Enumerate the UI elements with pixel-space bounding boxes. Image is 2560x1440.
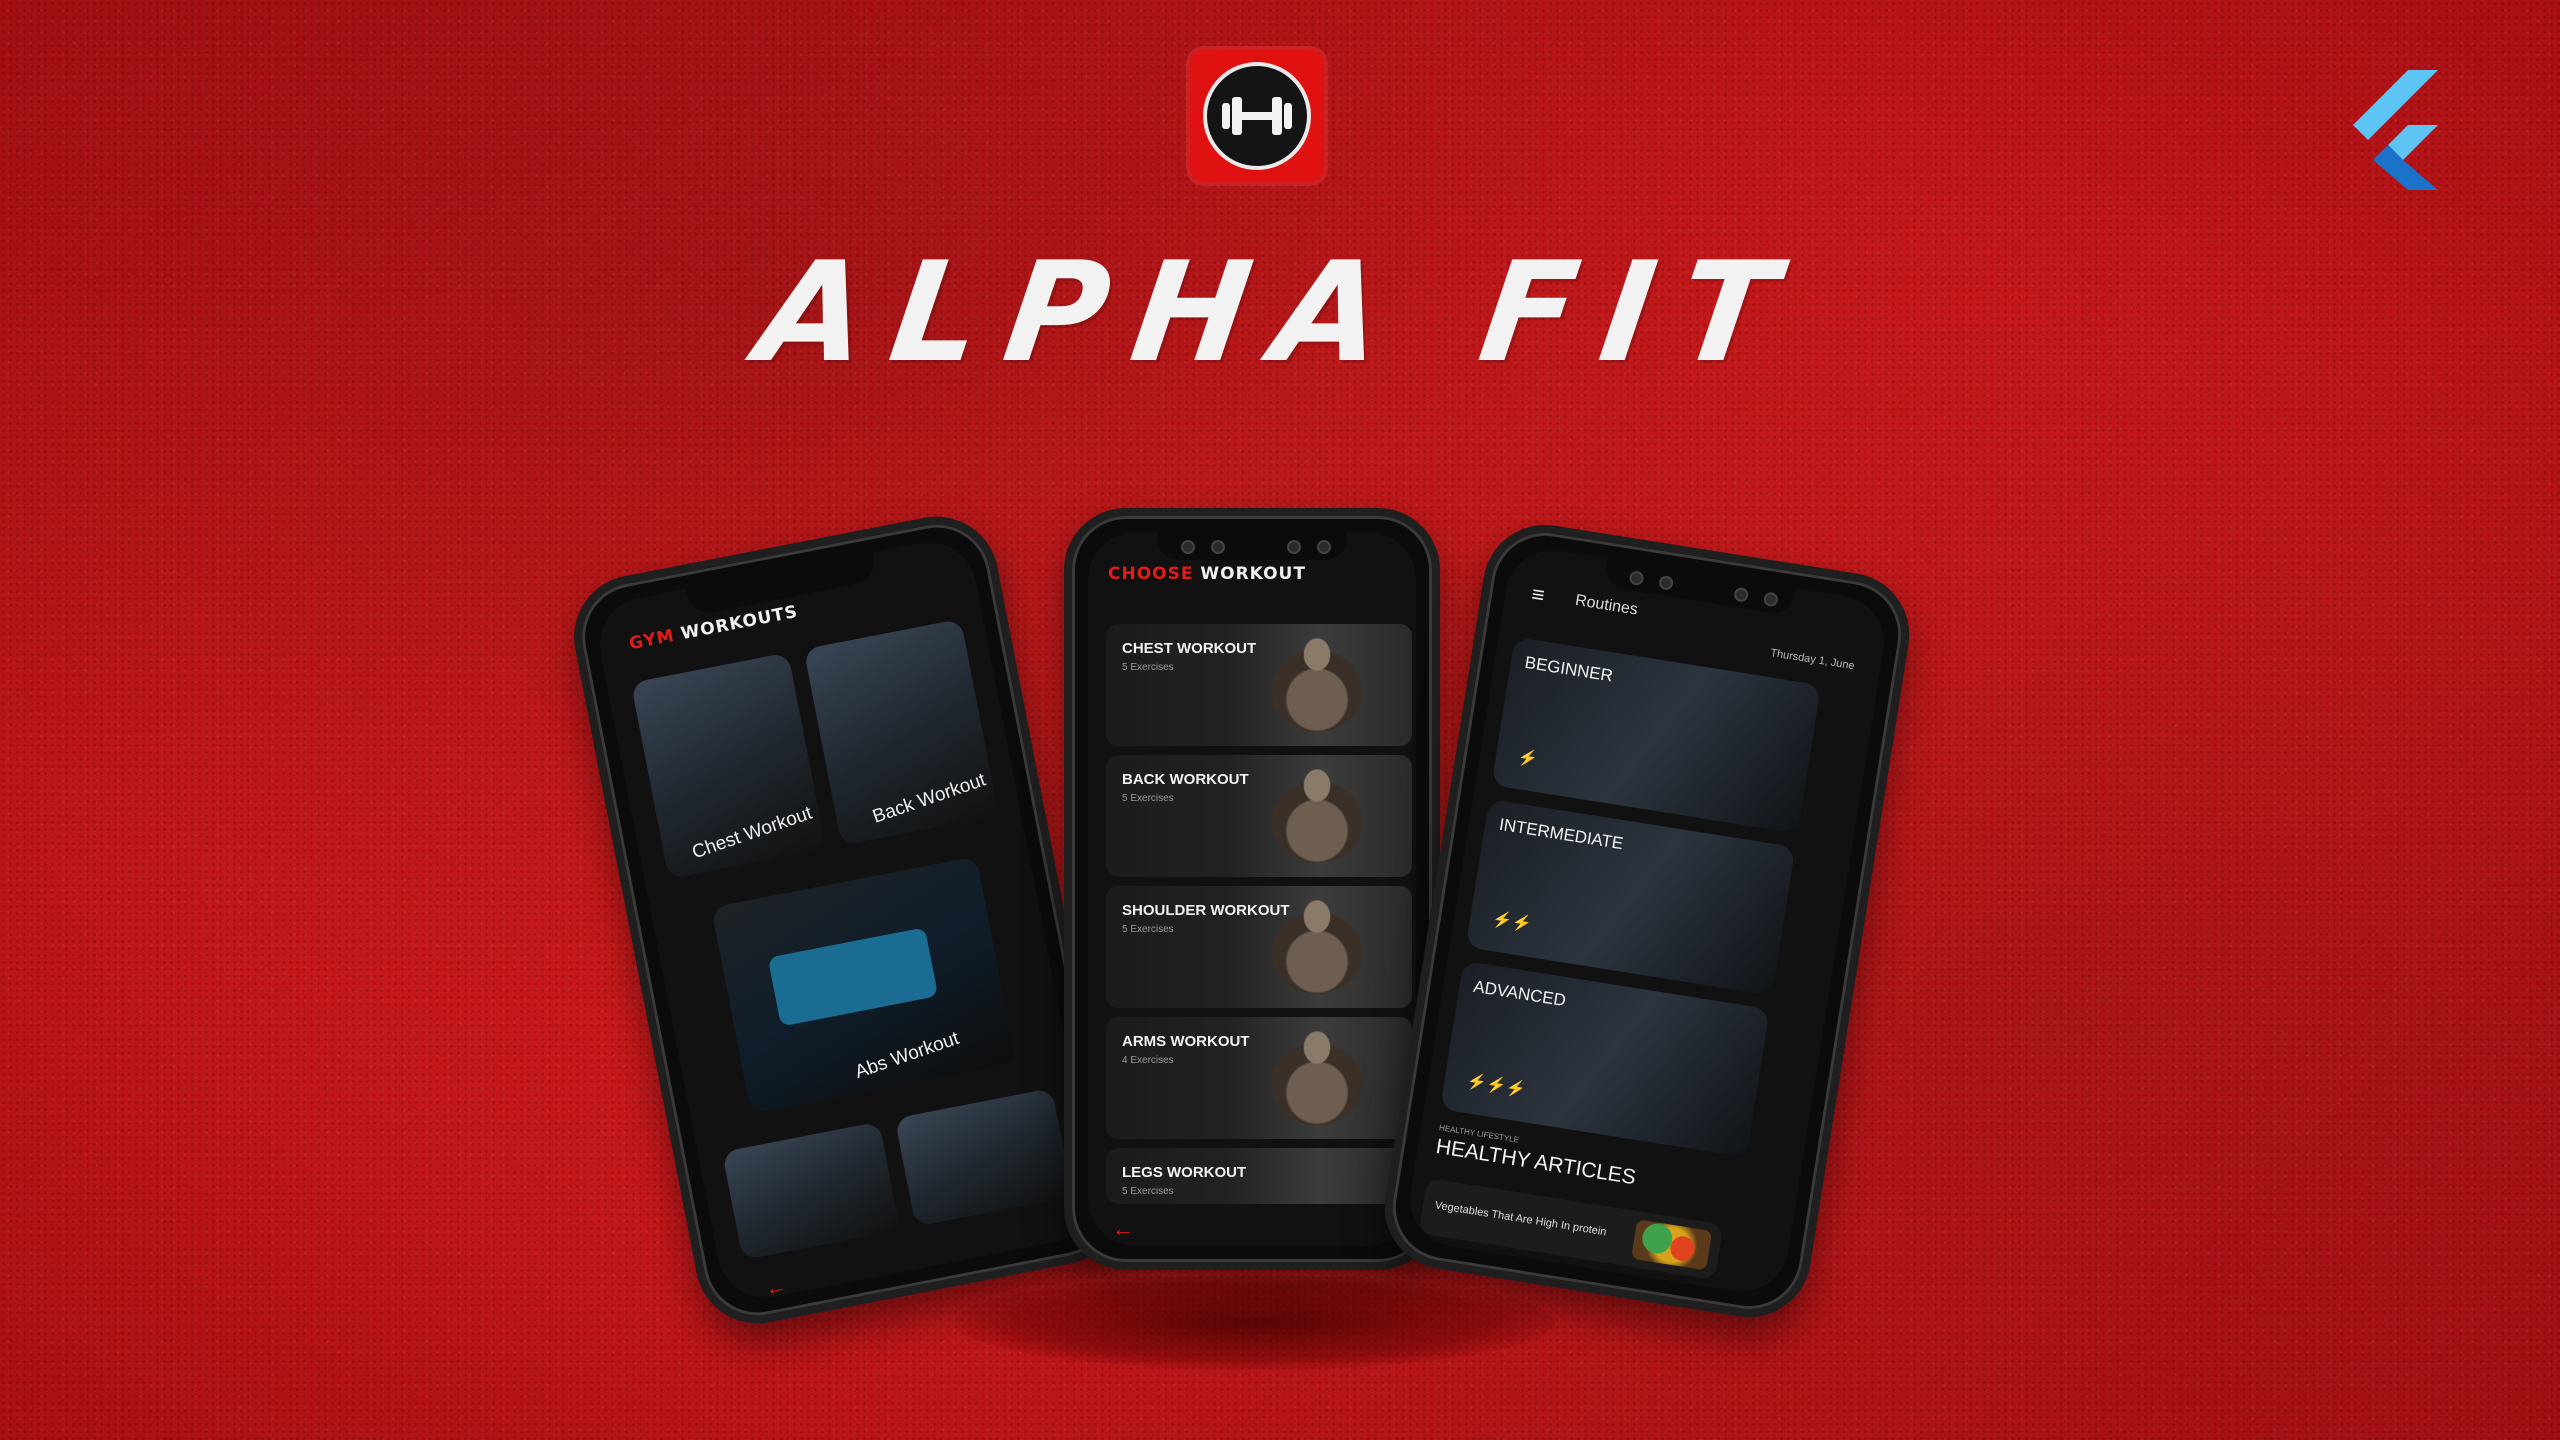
camera-dot — [1762, 591, 1779, 608]
app-title: ALPHA FIT — [748, 232, 1812, 393]
athlete-photo — [1242, 624, 1392, 746]
exercise-count: 4 Exercises — [1122, 1055, 1174, 1066]
athlete-photo — [1242, 1017, 1392, 1139]
date-label: Thursday 1, June — [1769, 647, 1856, 673]
lightning-icon: ⚡⚡⚡ — [1465, 1072, 1528, 1100]
workout-tile-abs[interactable]: Abs Workout — [711, 856, 1017, 1114]
athlete-photo — [1242, 755, 1392, 877]
exercise-count: 5 Exercises — [1122, 793, 1174, 804]
phone-gym-workouts: GYM WORKOUTS Chest Workout Back Workout … — [563, 505, 1131, 1335]
workout-card-legs[interactable]: LEGS WORKOUT 5 Exercises — [1106, 1148, 1412, 1204]
lightning-icon: ⚡⚡ — [1491, 910, 1534, 934]
phones-shadow — [955, 1275, 1555, 1370]
camera-dot — [1211, 540, 1225, 554]
menu-icon[interactable]: ≡ — [1530, 581, 1547, 609]
camera-dot — [1733, 586, 1750, 603]
routine-label: BEGINNER — [1523, 652, 1615, 686]
phone-screen: GYM WORKOUTS Chest Workout Back Workout … — [591, 534, 1103, 1306]
phone-screen: CHOOSE WORKOUT CHEST WORKOUT 5 Exercises… — [1088, 532, 1416, 1246]
app-logo — [1190, 50, 1324, 182]
article-card[interactable]: Vegetables That Are High In protein — [1418, 1177, 1724, 1281]
routine-label: INTERMEDIATE — [1497, 814, 1625, 854]
phone-notch — [1157, 532, 1347, 560]
routine-card-advanced[interactable]: ADVANCED ⚡⚡⚡ — [1440, 960, 1770, 1158]
workout-title: LEGS WORKOUT — [1122, 1164, 1247, 1181]
lightning-icon: ⚡ — [1516, 748, 1540, 769]
workout-title: SHOULDER WORKOUT — [1122, 902, 1290, 919]
dumbbell-logo-icon — [1203, 62, 1311, 170]
routine-label: ADVANCED — [1472, 976, 1568, 1011]
articles-title: HEALTHY ARTICLES — [1434, 1134, 1638, 1190]
workout-card-chest[interactable]: CHEST WORKOUT 5 Exercises — [1106, 624, 1412, 746]
workout-tile[interactable] — [721, 1121, 901, 1261]
workout-title: CHEST WORKOUT — [1122, 640, 1257, 657]
camera-dot — [1658, 574, 1675, 591]
header-accent: CHOOSE — [1108, 564, 1194, 584]
header-accent: GYM — [627, 625, 677, 655]
yoga-mat — [767, 927, 939, 1027]
workout-card-shoulder[interactable]: SHOULDER WORKOUT 5 Exercises — [1106, 886, 1412, 1008]
screen-title: Routines — [1573, 591, 1639, 619]
screen-header: CHOOSE WORKOUT — [1108, 564, 1306, 584]
exercise-count: 5 Exercises — [1122, 1186, 1174, 1197]
workout-title: BACK WORKOUT — [1122, 771, 1249, 788]
back-arrow-icon[interactable]: ← — [763, 1272, 790, 1302]
tile-label: Abs Workout — [852, 1027, 962, 1084]
phone-screen: ≡ Routines Thursday 1, June BEGINNER ⚡ I… — [1403, 543, 1891, 1299]
tile-label: Chest Workout — [689, 802, 815, 864]
tile-label: Back Workout — [870, 769, 989, 828]
vegetables-image — [1630, 1219, 1713, 1271]
phone-routines: ≡ Routines Thursday 1, June BEGINNER ⚡ I… — [1375, 515, 1919, 1327]
camera-dot — [1287, 540, 1301, 554]
exercise-count: 5 Exercises — [1122, 662, 1174, 673]
header-main: WORKOUT — [1200, 564, 1306, 584]
back-arrow-icon[interactable]: ← — [1112, 1216, 1134, 1242]
workout-card-back[interactable]: BACK WORKOUT 5 Exercises — [1106, 755, 1412, 877]
workout-title: ARMS WORKOUT — [1122, 1033, 1250, 1050]
routine-card-beginner[interactable]: BEGINNER ⚡ — [1491, 636, 1822, 834]
workout-tile[interactable] — [894, 1088, 1073, 1227]
article-title: Vegetables That Are High In protein — [1433, 1199, 1608, 1239]
flutter-logo-icon — [2348, 70, 2448, 190]
workout-tile-chest[interactable]: Chest Workout — [630, 652, 827, 880]
phone-choose-workout: CHOOSE WORKOUT CHEST WORKOUT 5 Exercises… — [1064, 508, 1440, 1270]
workout-tile-back[interactable]: Back Workout — [803, 618, 999, 846]
camera-dot — [1181, 540, 1195, 554]
camera-dot — [1317, 540, 1331, 554]
routine-card-intermediate[interactable]: INTERMEDIATE ⚡⚡ — [1465, 798, 1796, 996]
camera-dot — [1628, 570, 1645, 587]
exercise-count: 5 Exercises — [1122, 924, 1174, 935]
workout-card-arms[interactable]: ARMS WORKOUT 4 Exercises — [1106, 1017, 1412, 1139]
